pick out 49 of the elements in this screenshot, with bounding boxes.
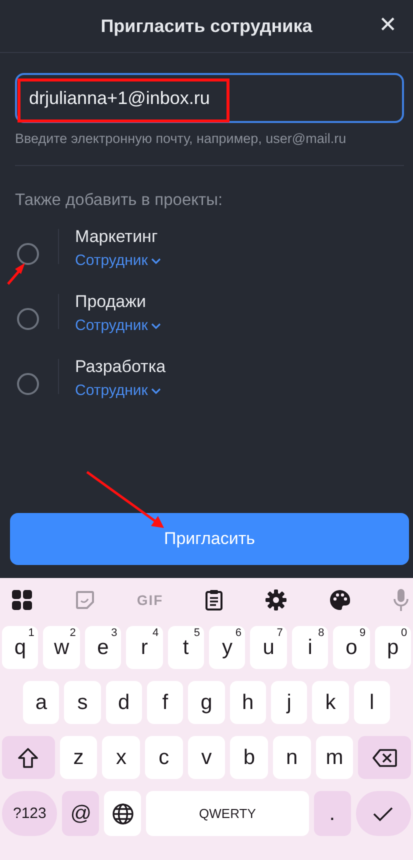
letter-key[interactable]: n: [273, 736, 311, 779]
letter-key[interactable]: c: [145, 736, 183, 779]
chevron-down-icon: [150, 388, 161, 394]
chevron-down-icon: [150, 322, 161, 328]
symbols-key[interactable]: ?123: [2, 791, 58, 836]
role-dropdown[interactable]: Сотрудник: [75, 382, 161, 399]
chevron-down-icon: [150, 258, 161, 264]
letter-key[interactable]: l: [354, 681, 390, 724]
palette-icon[interactable]: [329, 589, 352, 611]
close-button[interactable]: ✕: [374, 12, 401, 40]
letter-key[interactable]: a: [23, 681, 60, 724]
email-hint: Введите электронную почту, например, user@mail.ru: [15, 131, 348, 146]
letter-key[interactable]: z: [60, 736, 98, 779]
letter-key[interactable]: x: [102, 736, 140, 779]
letter-key[interactable]: v: [188, 736, 226, 779]
globe-icon: [112, 802, 134, 824]
radio-button[interactable]: [17, 242, 39, 264]
settings-icon[interactable]: [265, 589, 288, 611]
letter-key[interactable]: f: [146, 681, 184, 724]
letter-key[interactable]: m: [316, 736, 354, 779]
project-name: Разработка: [75, 357, 166, 377]
clipboard-icon[interactable]: [205, 589, 224, 611]
role-dropdown[interactable]: Сотрудник: [75, 252, 161, 269]
project-name: Продажи: [75, 292, 146, 312]
letter-key[interactable]: b: [230, 736, 268, 779]
letter-key[interactable]: d: [106, 681, 142, 724]
annotation-arrow: [7, 263, 25, 285]
letter-key[interactable]: j: [270, 681, 308, 724]
radio-button[interactable]: [17, 372, 39, 394]
symbol-key[interactable]: .: [314, 791, 351, 836]
radio-button[interactable]: [17, 308, 39, 330]
globe-key[interactable]: [104, 791, 142, 836]
email-field[interactable]: drjulianna+1@inbox.ru: [15, 73, 404, 123]
letter-key[interactable]: g: [188, 681, 225, 724]
project-name: Маркетинг: [75, 227, 158, 247]
symbol-key[interactable]: @: [62, 791, 100, 836]
dialog-title: Пригласить сотрудника: [100, 16, 312, 36]
role-dropdown[interactable]: Сотрудник: [75, 317, 161, 334]
section-label: Также добавить в проекты:: [15, 191, 224, 210]
letter-key[interactable]: s: [64, 681, 101, 724]
space-key[interactable]: QWERTY: [146, 791, 309, 836]
shift-icon: [17, 746, 40, 768]
letter-key[interactable]: k: [312, 681, 349, 724]
shift-key[interactable]: [2, 736, 55, 779]
apps-icon[interactable]: [11, 589, 33, 611]
backspace-icon: [372, 748, 398, 768]
letter-key[interactable]: h: [230, 681, 266, 724]
checkmark-icon: [372, 804, 394, 822]
backspace-key[interactable]: [358, 736, 412, 779]
